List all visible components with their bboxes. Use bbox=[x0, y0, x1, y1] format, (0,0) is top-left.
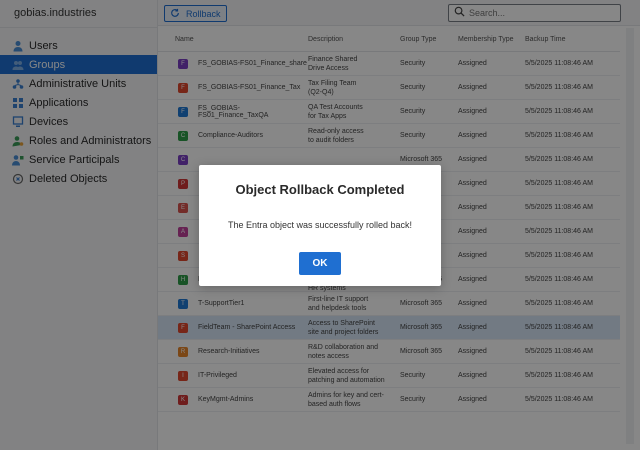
ok-button[interactable]: OK bbox=[299, 252, 341, 275]
dialog-message: The Entra object was successfully rolled… bbox=[227, 220, 413, 230]
rollback-complete-dialog: Object Rollback Completed The Entra obje… bbox=[199, 165, 441, 286]
dialog-title: Object Rollback Completed bbox=[235, 182, 405, 197]
